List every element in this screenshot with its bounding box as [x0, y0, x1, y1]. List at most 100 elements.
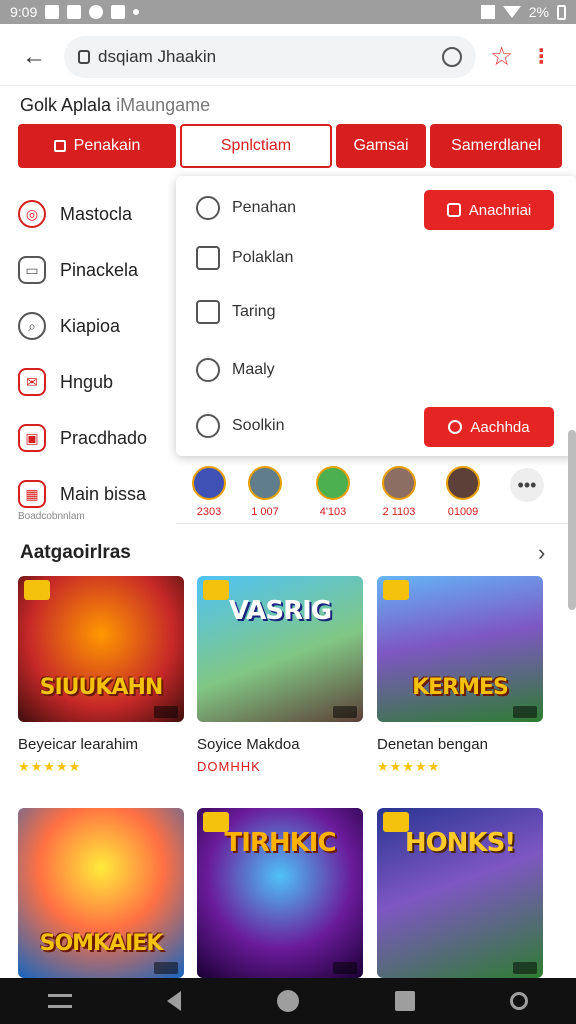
- tab-samerdlanel[interactable]: Samerdlanel: [430, 124, 562, 168]
- url-text: dsqiam Jhaakin: [98, 46, 217, 66]
- nav-back-icon[interactable]: [167, 991, 182, 1011]
- game-thumbnail: SOMKAIEK: [18, 808, 184, 978]
- address-bar: ← dsqiam Jhaakin ☆ ⋮: [0, 28, 576, 86]
- nav-search-icon[interactable]: [510, 992, 529, 1010]
- game-card[interactable]: TIRHKIC: [197, 808, 363, 978]
- popup-item-taring[interactable]: Taring: [196, 300, 276, 324]
- folder-icon: ▭: [18, 256, 46, 284]
- sidebar-item-label: Hngub: [60, 371, 114, 392]
- record-icon: [89, 5, 104, 19]
- sidebar-item-pinackela[interactable]: ▭ Pinackela: [18, 242, 178, 298]
- target-icon: ◎: [18, 200, 46, 228]
- image-icon: [45, 5, 60, 19]
- home-icon: [53, 140, 66, 152]
- sidebar-item-kiapioa[interactable]: ⌕ Kiapioa: [18, 298, 178, 354]
- game-card[interactable]: SIUUKAHN Beyeicar learahim ★★★★★: [18, 576, 184, 775]
- chat-icon: ▣: [18, 424, 46, 452]
- page-title-muted: iMaungame: [116, 95, 211, 115]
- game-thumbnail: SIUUKAHN: [18, 576, 184, 722]
- avatar-item[interactable]: 2 1103: [366, 466, 432, 518]
- game-art-title: SOMKAIEK: [39, 931, 164, 956]
- bag-icon: [196, 246, 220, 270]
- clock-icon: [196, 196, 220, 220]
- popup-item-maaly[interactable]: Maaly: [196, 358, 275, 382]
- badge-icon: [24, 580, 50, 600]
- game-thumbnail: HONKS!: [377, 808, 543, 978]
- game-art-title: SIUUKAHN: [39, 675, 164, 700]
- game-card[interactable]: SOMKAIEK: [18, 808, 184, 978]
- popup-item-label: Polaklan: [232, 249, 294, 266]
- speed-icon[interactable]: [442, 46, 462, 67]
- game-name: Denetan bengan: [377, 736, 488, 753]
- popup-item-label: Taring: [232, 303, 276, 320]
- game-art-title: VASRIG: [228, 596, 332, 626]
- popup-item-penahan[interactable]: Penahan: [196, 196, 296, 220]
- sidebar-item-mastocla[interactable]: ◎ Mastocla: [18, 186, 178, 242]
- sidebar-item-label: Kiapioa: [60, 315, 121, 336]
- url-field[interactable]: dsqiam Jhaakin: [64, 35, 476, 78]
- chevron-right-icon[interactable]: ›: [538, 540, 545, 566]
- mute-icon: [67, 5, 82, 19]
- nav-home-icon[interactable]: [276, 990, 299, 1012]
- game-card[interactable]: HONKS!: [377, 808, 543, 978]
- game-card[interactable]: VASRIG Soyice Makdoa DOMHHK: [197, 576, 363, 774]
- avatar-item[interactable]: 01009: [430, 466, 496, 518]
- game-card[interactable]: KERMES Denetan bengan ★★★★★: [377, 576, 543, 775]
- game-name: Soyice Makdoa: [197, 736, 300, 753]
- avatar-count: 2 1103: [382, 506, 416, 518]
- page-title-main: Golk Aplala: [20, 95, 112, 115]
- tab-gamsai[interactable]: Gamsai: [336, 124, 426, 168]
- corner-label-icon: [154, 706, 178, 718]
- game-thumbnail: KERMES: [377, 576, 543, 722]
- nav-recents-icon[interactable]: [394, 991, 415, 1011]
- avatar: [382, 466, 416, 500]
- popup-item-label: Soolkin: [232, 417, 285, 434]
- system-nav-bar: [0, 978, 576, 1024]
- tab-label: Gamsai: [353, 137, 409, 154]
- tune-icon[interactable]: [47, 994, 72, 1008]
- game-name: Beyeicar learahim: [18, 736, 139, 753]
- sidebar-item-label: Pinackela: [60, 259, 139, 280]
- refresh-icon: [448, 420, 463, 434]
- message-icon: ✉: [18, 368, 46, 396]
- avatar-item[interactable]: 4'103: [300, 466, 366, 518]
- notification-dot-icon: [133, 9, 140, 15]
- sidebar-item-label: Main bissa: [60, 483, 147, 504]
- tab-penakain[interactable]: Penakain: [18, 124, 176, 168]
- tab-label: Samerdlanel: [451, 137, 541, 154]
- settings-status-icon: [480, 5, 495, 19]
- bookmark-star-icon[interactable]: ☆: [490, 41, 513, 72]
- corner-label-icon: [333, 706, 357, 718]
- categories-title: Aatgaoirlras: [20, 542, 131, 563]
- avatar-item[interactable]: 1 007: [232, 466, 298, 518]
- speech-icon: [196, 358, 220, 382]
- more-button[interactable]: •••: [510, 468, 544, 502]
- corner-label-icon: [513, 962, 537, 974]
- game-art-title: KERMES: [412, 675, 509, 700]
- game-art-title: TIRHKIC: [224, 828, 336, 858]
- sidebar: ◎ Mastocla ▭ Pinackela ⌕ Kiapioa ✉ Hngub…: [18, 186, 178, 522]
- search-icon: ⌕: [18, 312, 46, 340]
- sidebar-item-label: Pracdhado: [60, 427, 148, 448]
- game-rating: DOMHHK: [197, 759, 261, 774]
- avatar: [316, 466, 350, 500]
- sidebar-item-hngub[interactable]: ✉ Hngub: [18, 354, 178, 410]
- dropdown-popup: Penahan Polaklan Taring Maaly Soolkin An…: [176, 176, 576, 456]
- popup-secondary-button[interactable]: Aachhda: [424, 407, 554, 447]
- game-rating: ★★★★★: [18, 759, 82, 774]
- popup-item-soolkin[interactable]: Soolkin: [196, 414, 284, 438]
- popup-item-polaklan[interactable]: Polaklan: [196, 246, 293, 270]
- page-title: Golk Aplala iMaungame: [20, 95, 210, 116]
- avatar-count: 1 007: [251, 506, 279, 518]
- back-button[interactable]: ←: [18, 41, 50, 73]
- avatar: [248, 466, 282, 500]
- sidebar-item-pracdhado[interactable]: ▣ Pracdhado: [18, 410, 178, 466]
- tab-spnlctiam[interactable]: Spnlctiam: [180, 124, 332, 168]
- app-icon: [111, 5, 126, 19]
- popup-primary-button[interactable]: Anachriai: [424, 190, 554, 230]
- battery-icon: [557, 4, 566, 20]
- overflow-menu-button[interactable]: ⋮: [531, 44, 551, 69]
- scrollbar[interactable]: [568, 430, 576, 610]
- corner-label-icon: [333, 962, 357, 974]
- wifi-icon: [502, 6, 521, 18]
